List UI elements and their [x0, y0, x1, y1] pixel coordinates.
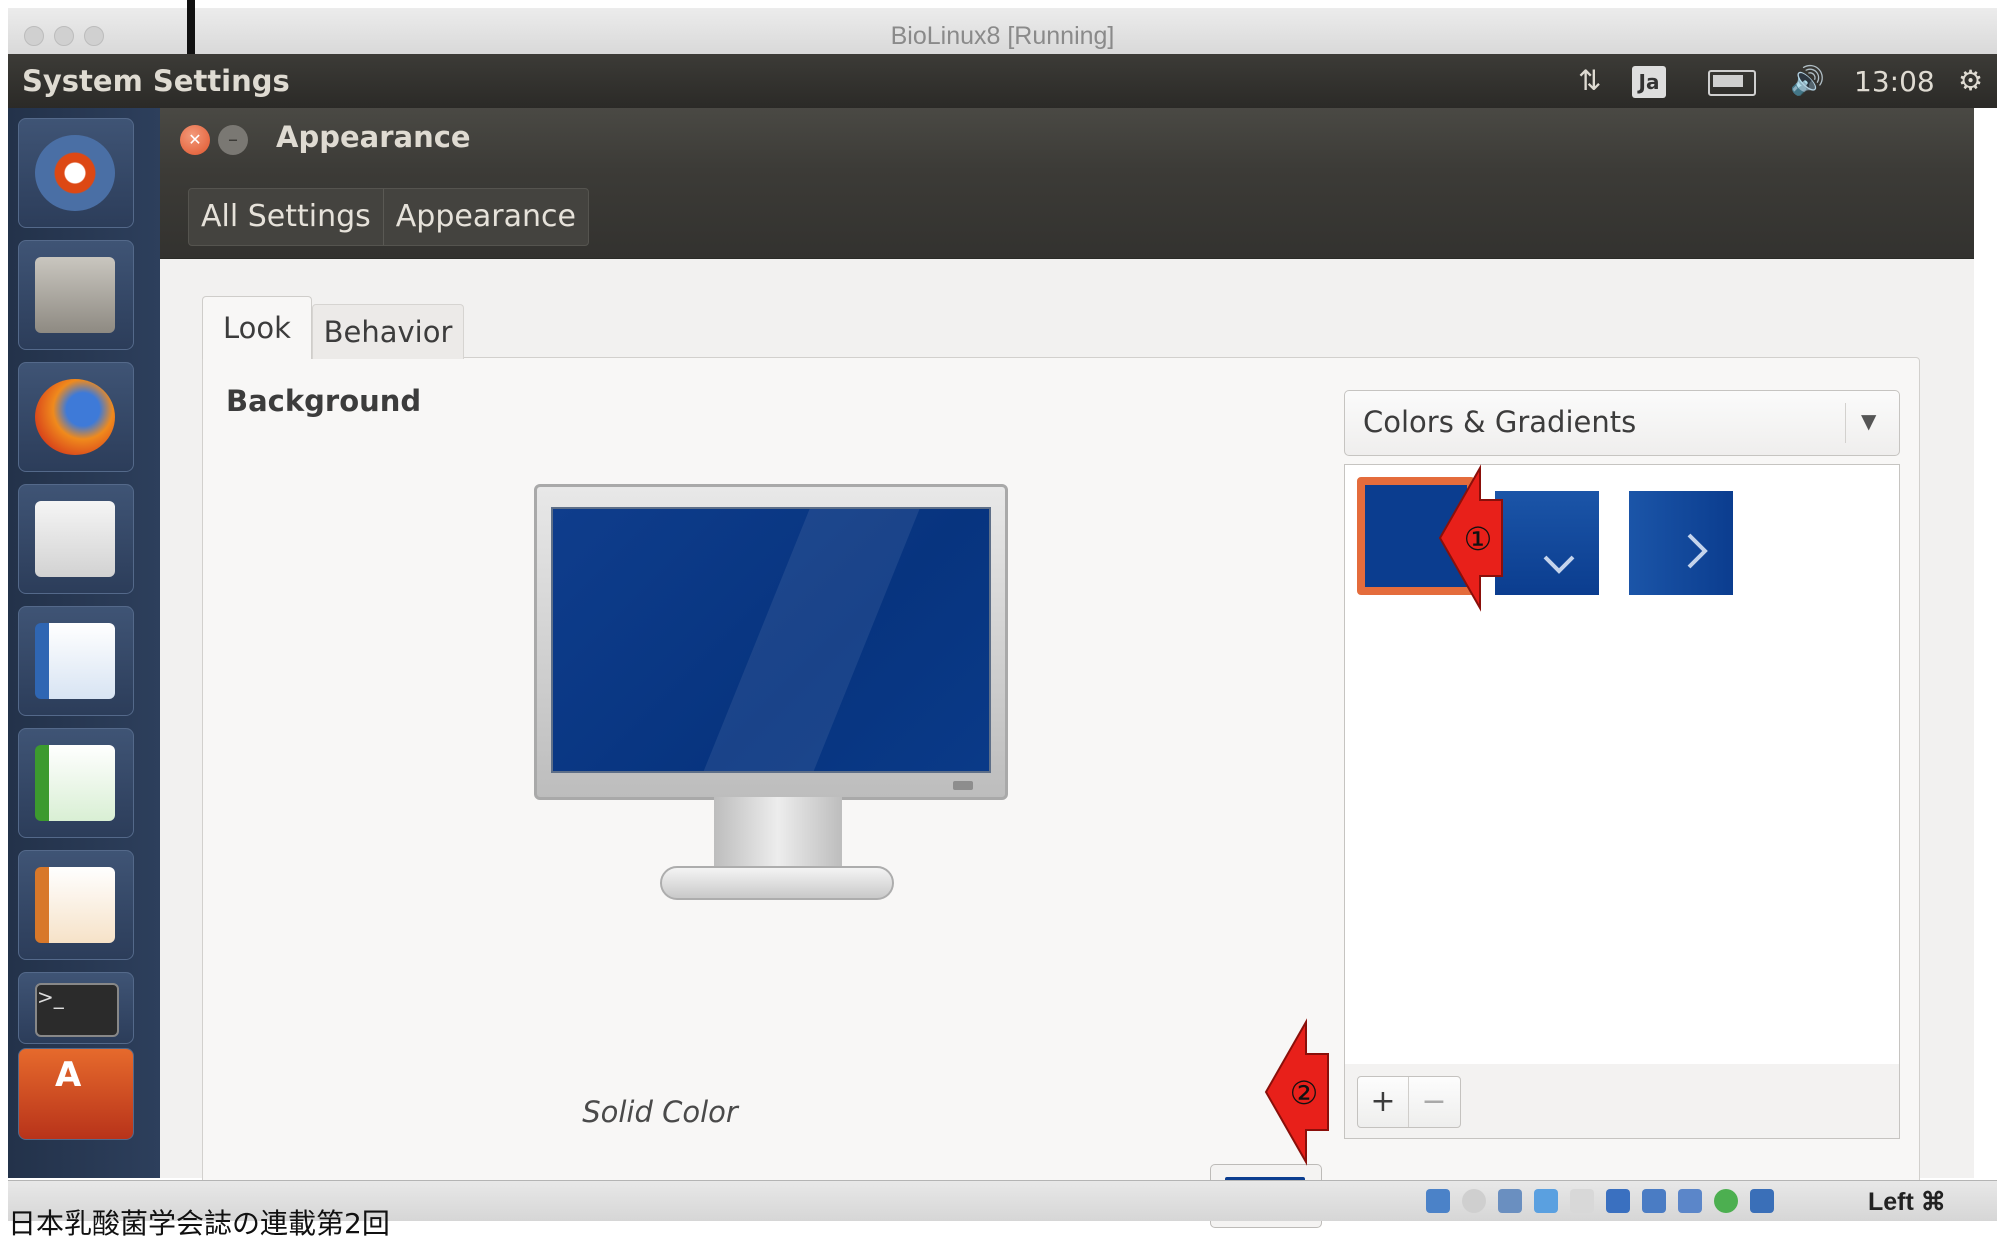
display-icon[interactable]	[1606, 1189, 1630, 1213]
background-preview-monitor	[534, 484, 1034, 900]
network-icon[interactable]: ⇅	[1578, 64, 1601, 97]
launcher-writer[interactable]	[18, 606, 134, 716]
annotation-label-2: ②	[1290, 1074, 1319, 1112]
input-method-indicator[interactable]: Ja	[1632, 66, 1666, 98]
spreadsheet-icon	[35, 745, 115, 821]
launcher-dash[interactable]	[18, 118, 134, 228]
host-window-titlebar: BioLinux8 [Running]	[8, 8, 1997, 55]
battery-icon[interactable]	[1708, 70, 1756, 96]
launcher-impress[interactable]	[18, 850, 134, 960]
usb-icon[interactable]	[1534, 1189, 1558, 1213]
software-center-icon: A	[55, 1055, 82, 1095]
host-key-indicator[interactable]: Left ⌘	[1868, 1187, 1946, 1217]
launcher-calc[interactable]	[18, 728, 134, 838]
gallery-toolbar: + −	[1344, 1064, 1900, 1139]
annotation-arrow-2: ②	[1264, 1018, 1329, 1166]
annotation-arrow-1: ①	[1438, 464, 1503, 612]
breadcrumb-all-settings[interactable]: All Settings	[189, 189, 383, 245]
video-capture-icon[interactable]	[1678, 1189, 1702, 1213]
window-titlebar: ✕ – Appearance	[160, 108, 1974, 170]
launcher: >_ A	[8, 108, 161, 1178]
clock[interactable]: 13:08	[1854, 65, 1935, 98]
launcher-terminal[interactable]: >_	[18, 972, 134, 1044]
ubuntu-logo-icon	[35, 135, 115, 211]
tab-look[interactable]: Look	[202, 296, 312, 359]
audio-icon[interactable]	[1498, 1189, 1522, 1213]
background-heading: Background	[226, 384, 422, 418]
top-panel: System Settings ⇅ Ja 🔊 13:08 ⚙	[8, 54, 1997, 108]
page-caption: 日本乳酸菌学会誌の連載第2回	[8, 1207, 390, 1240]
volume-icon[interactable]: 🔊	[1790, 64, 1825, 97]
file-cabinet-icon	[35, 257, 115, 333]
chevron-down-icon	[1543, 555, 1575, 574]
panel-title: System Settings	[22, 64, 290, 98]
presentation-icon	[35, 867, 115, 943]
breadcrumb-appearance[interactable]: Appearance	[382, 189, 588, 245]
launcher-files[interactable]	[18, 240, 134, 350]
chevron-right-icon	[1687, 533, 1708, 569]
gallery-item-vertical-gradient[interactable]	[1495, 491, 1599, 595]
window-title: Appearance	[276, 120, 471, 154]
remove-button[interactable]: −	[1408, 1077, 1459, 1127]
close-button[interactable]: ✕	[180, 125, 210, 155]
monitor-bezel	[534, 484, 1008, 800]
shared-folder-icon[interactable]	[1570, 1189, 1594, 1213]
optical-drive-icon[interactable]	[1462, 1189, 1486, 1213]
monitor-glare	[688, 509, 928, 771]
terminal-icon: >_	[35, 983, 119, 1037]
gear-icon[interactable]: ⚙	[1958, 64, 1983, 97]
launcher-firefox[interactable]	[18, 362, 134, 472]
add-remove-group: + −	[1357, 1076, 1461, 1128]
cursor-mark	[187, 0, 195, 54]
tab-behavior[interactable]: Behavior	[312, 304, 464, 359]
minimize-button[interactable]: –	[218, 125, 248, 155]
appearance-window: ✕ – Appearance All Settings Appearance L…	[160, 108, 1974, 1228]
annotation-label-1: ①	[1464, 520, 1493, 558]
monitor-screen	[551, 507, 991, 773]
document-icon	[35, 623, 115, 699]
window-toolbar: All Settings Appearance	[160, 170, 1974, 259]
background-type-dropdown[interactable]: Colors & Gradients ▼	[1344, 390, 1900, 456]
monitor-power-button	[953, 781, 973, 790]
host-window-title: BioLinux8 [Running]	[890, 22, 1115, 50]
breadcrumb: All Settings Appearance	[188, 188, 589, 246]
launcher-software-center[interactable]: A	[18, 1048, 134, 1140]
dropdown-separator	[1845, 403, 1846, 443]
background-type-label: Solid Color	[582, 1095, 738, 1129]
mouse-integration-icon[interactable]	[1750, 1189, 1774, 1213]
harddisk-icon[interactable]	[1426, 1189, 1450, 1213]
gallery-item-horizontal-gradient[interactable]	[1629, 491, 1733, 595]
firefox-icon	[35, 379, 115, 455]
add-button[interactable]: +	[1358, 1077, 1408, 1127]
monitor-base	[660, 866, 894, 900]
mail-icon	[35, 501, 115, 577]
cpu-icon[interactable]	[1714, 1189, 1738, 1213]
dropdown-selected-value: Colors & Gradients	[1363, 405, 1637, 439]
background-gallery	[1344, 464, 1900, 1066]
network-adapter-icon[interactable]	[1642, 1189, 1666, 1213]
chevron-down-icon: ▼	[1861, 409, 1877, 433]
monitor-stand	[714, 797, 842, 875]
launcher-mail[interactable]	[18, 484, 134, 594]
